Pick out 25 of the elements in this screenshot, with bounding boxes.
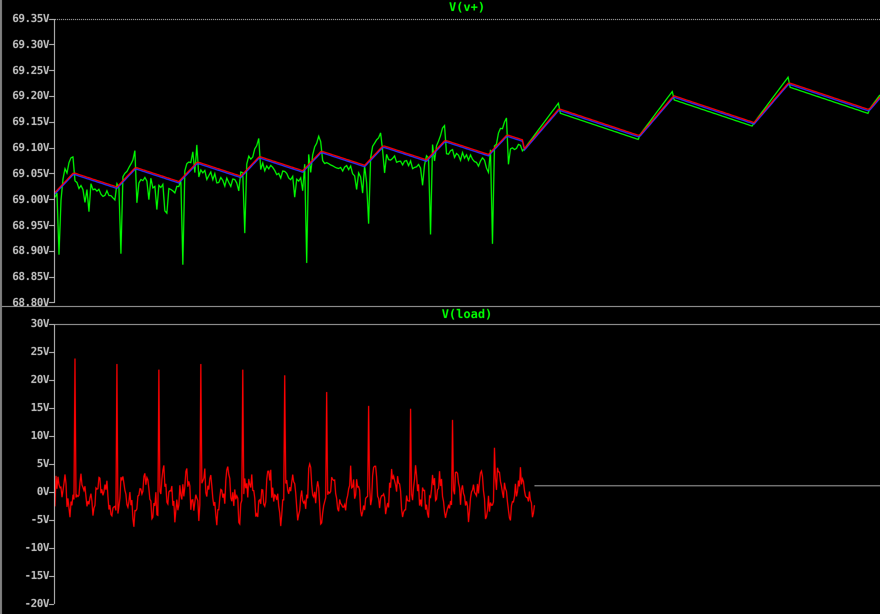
axis-label: 68.85V [12, 271, 49, 284]
axis-label: 20V [30, 374, 49, 386]
axis-label: 5V [36, 458, 49, 470]
axis-label: 68.80V [12, 296, 49, 309]
axis-label: -15V [24, 570, 49, 582]
axis-label: 68.90V [12, 245, 49, 258]
axis-label: -10V [24, 542, 49, 554]
axis-label: 69.25V [12, 64, 49, 77]
axis-label: -20V [24, 598, 49, 610]
axis-label: 0V [36, 486, 49, 498]
axis-label: 15V [30, 402, 49, 414]
axis-label: 69.20V [12, 90, 49, 102]
axis-label: 69.15V [12, 116, 49, 128]
axis-label: 69.30V [12, 38, 49, 51]
axis-label: 69.05V [12, 168, 49, 180]
axis-label: 68.95V [12, 220, 49, 232]
axis-label: 69.35V [12, 13, 49, 25]
axis-label: 30V [30, 318, 49, 330]
axis-label: 25V [30, 346, 49, 358]
axis-label: 10V [30, 430, 49, 442]
axis-label: -5V [30, 514, 49, 526]
axis-label: 69.10V [12, 142, 49, 154]
trace-title: V(v+) [448, 0, 486, 15]
axis-label: 69.00V [12, 194, 49, 206]
trace-title: V(load) [442, 307, 492, 322]
